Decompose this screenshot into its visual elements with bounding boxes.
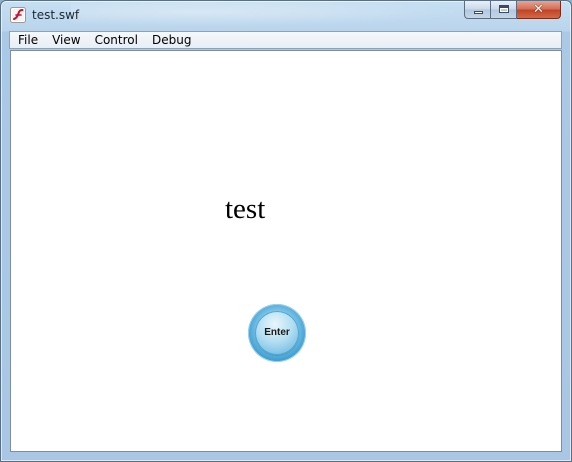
menu-view[interactable]: View <box>48 32 86 48</box>
application-window: test.swf ✕ File View Control Debug test … <box>0 0 572 462</box>
title-bar[interactable]: test.swf ✕ <box>1 1 571 29</box>
close-icon: ✕ <box>533 2 544 17</box>
maximize-icon <box>499 5 509 13</box>
menu-bar: File View Control Debug <box>9 31 562 49</box>
menu-control[interactable]: Control <box>91 32 144 48</box>
minimize-icon <box>474 11 483 14</box>
title-bar-glass <box>71 1 511 29</box>
flash-stage[interactable]: test Enter <box>10 50 562 452</box>
enter-button[interactable]: Enter <box>248 304 306 362</box>
flash-player-icon[interactable] <box>10 7 26 23</box>
menu-file[interactable]: File <box>14 32 44 48</box>
caption-buttons: ✕ <box>464 1 561 20</box>
menu-debug[interactable]: Debug <box>148 32 197 48</box>
window-title: test.swf <box>32 8 80 22</box>
stage-text: test <box>225 193 266 225</box>
minimize-button[interactable] <box>464 1 491 19</box>
enter-button-face: Enter <box>255 311 299 355</box>
maximize-button[interactable] <box>491 1 517 19</box>
enter-button-label: Enter <box>264 327 290 338</box>
close-button[interactable]: ✕ <box>517 1 561 19</box>
